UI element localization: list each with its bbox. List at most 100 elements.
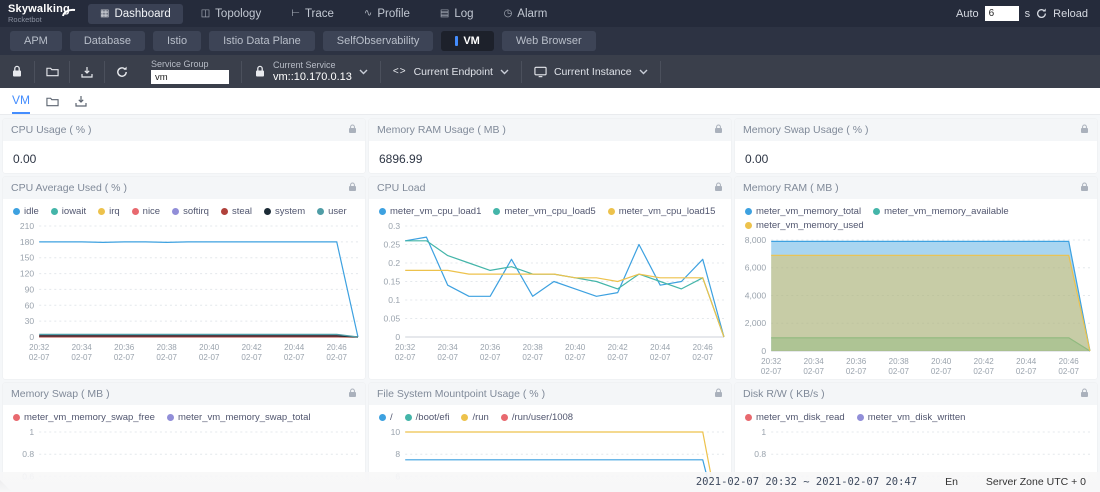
language-toggle[interactable]: En [945,476,958,488]
legend-item[interactable]: meter_vm_disk_read [745,412,845,423]
legend-dot [172,208,179,215]
tab-database[interactable]: Database [70,31,145,51]
auto-label: Auto [956,8,979,20]
nav-item-trace[interactable]: ⊢Trace [279,4,346,24]
service-group-input[interactable] [151,70,229,84]
tab-selfobservability[interactable]: SelfObservability [323,31,434,51]
legend-item[interactable]: meter_vm_memory_available [873,206,1009,217]
svg-text:02-07: 02-07 [71,353,92,362]
svg-text:4,000: 4,000 [745,291,767,301]
log-icon: ▤ [440,8,449,19]
lock-icon [348,179,357,197]
svg-text:20:34: 20:34 [438,343,459,352]
legend-item[interactable]: nice [132,206,160,217]
legend-dot [873,208,880,215]
toolbar-divider [660,61,661,83]
svg-text:02-07: 02-07 [692,353,713,362]
svg-text:20:44: 20:44 [284,343,305,352]
folder-toolbar-icon[interactable] [35,66,69,77]
chart-canvas-cpu-load[interactable]: 0.30.250.20.150.10.05020:3202-0720:3402-… [369,219,731,379]
svg-text:02-07: 02-07 [241,353,262,362]
dashboard-icon: ▦ [100,8,109,19]
legend-item[interactable]: irq [98,206,120,217]
auto-interval-input[interactable] [985,6,1019,21]
svg-text:0.1: 0.1 [388,295,400,305]
legend-item[interactable]: softirq [172,206,209,217]
legend-item[interactable]: /run/user/1008 [501,412,573,423]
legend-item[interactable]: meter_vm_cpu_load15 [608,206,716,217]
legend-item[interactable]: meter_vm_cpu_load5 [493,206,595,217]
lock-icon [348,385,357,403]
current-endpoint-selector[interactable]: <> Current Endpoint [381,66,521,78]
nav-item-topology[interactable]: ◫Topology [189,4,274,24]
main-nav: ▦Dashboard ◫Topology⊢Trace ∿Profile ▤Log ◷Al… [88,4,559,24]
svg-text:02-07: 02-07 [480,353,501,362]
service-group-block: Service Group [139,59,241,84]
lock-toolbar-icon[interactable] [0,65,34,78]
chart-canvas-cpu-average-used[interactable]: 210180150120906030020:3202-0720:3402-072… [3,219,365,379]
legend-dot [608,208,615,215]
legend-item[interactable]: /run [461,412,488,423]
current-service-selector[interactable]: Current Service vm::10.170.0.13 [242,60,380,83]
legend-item[interactable]: system [264,206,305,217]
logo-subtitle: Rocketbot [8,16,88,24]
tab-web-browser[interactable]: Web Browser [502,31,596,51]
legend-item[interactable]: iowait [51,206,86,217]
svg-text:0.8: 0.8 [754,449,766,459]
export-subtab-icon[interactable] [75,95,87,114]
monitor-icon [534,66,547,78]
svg-text:02-07: 02-07 [199,353,220,362]
svg-text:02-07: 02-07 [284,353,305,362]
tab-apm[interactable]: APM [10,31,62,51]
svg-text:20:40: 20:40 [199,343,220,352]
legend-item[interactable]: steal [221,206,252,217]
legend-dot [13,208,20,215]
legend-item[interactable]: idle [13,206,39,217]
svg-text:02-07: 02-07 [114,353,135,362]
nav-item-profile[interactable]: ∿Profile [352,4,422,24]
card-title: Memory RAM Usage ( MB ) [377,124,506,136]
legend-item[interactable]: meter_vm_memory_total [745,206,861,217]
nav-item-alarm[interactable]: ◷Alarm [492,4,560,24]
export-toolbar-icon[interactable] [70,66,104,78]
svg-text:02-07: 02-07 [395,353,416,362]
nav-item-log[interactable]: ▤Log [428,4,486,24]
legend-dot [167,414,174,421]
card-title: CPU Usage ( % ) [11,124,92,136]
legend-dot [461,414,468,421]
svg-text:02-07: 02-07 [326,353,347,362]
chart-legend: idle iowait irq nice softirq steal system user [3,199,365,219]
reload-label[interactable]: Reload [1053,8,1088,20]
server-zone[interactable]: Server Zone UTC + 0 [986,476,1086,488]
svg-text:20:40: 20:40 [931,357,952,366]
chart-legend: meter_vm_disk_read meter_vm_disk_written [735,405,1097,425]
legend-dot [379,208,386,215]
topology-icon: ◫ [201,8,210,19]
time-range-picker[interactable]: 2021-02-07 20:32 ~ 2021-02-07 20:47 [696,476,917,488]
tab-vm[interactable]: VM [441,31,494,51]
legend-item[interactable]: meter_vm_memory_swap_total [167,412,311,423]
tab-istio-data-plane[interactable]: Istio Data Plane [209,31,315,51]
legend-item[interactable]: meter_vm_disk_written [857,412,966,423]
legend-item[interactable]: meter_vm_memory_swap_free [13,412,155,423]
subtab-vm[interactable]: VM [12,93,30,114]
refresh-toolbar-icon[interactable] [105,66,139,78]
legend-item[interactable]: meter_vm_memory_used [745,220,864,231]
chart-canvas-memory-ram[interactable]: 8,0006,0004,0002,000020:3202-0720:3402-0… [735,233,1097,379]
nav-item-dashboard[interactable]: ▦Dashboard [88,4,183,24]
svg-text:02-07: 02-07 [931,367,952,376]
svg-text:02-07: 02-07 [1016,367,1037,376]
svg-text:2,000: 2,000 [745,318,767,328]
tab-istio[interactable]: Istio [153,31,201,51]
legend-dot [98,208,105,215]
current-instance-selector[interactable]: Current Instance [522,66,660,78]
svg-text:02-07: 02-07 [650,353,671,362]
legend-item[interactable]: user [317,206,346,217]
legend-dot [221,208,228,215]
folder-subtab-icon[interactable] [46,96,59,114]
legend-item[interactable]: /boot/efi [405,412,450,423]
legend-item[interactable]: meter_vm_cpu_load1 [379,206,481,217]
legend-dot [379,414,386,421]
legend-item[interactable]: / [379,412,393,423]
reload-icon[interactable] [1036,8,1047,19]
